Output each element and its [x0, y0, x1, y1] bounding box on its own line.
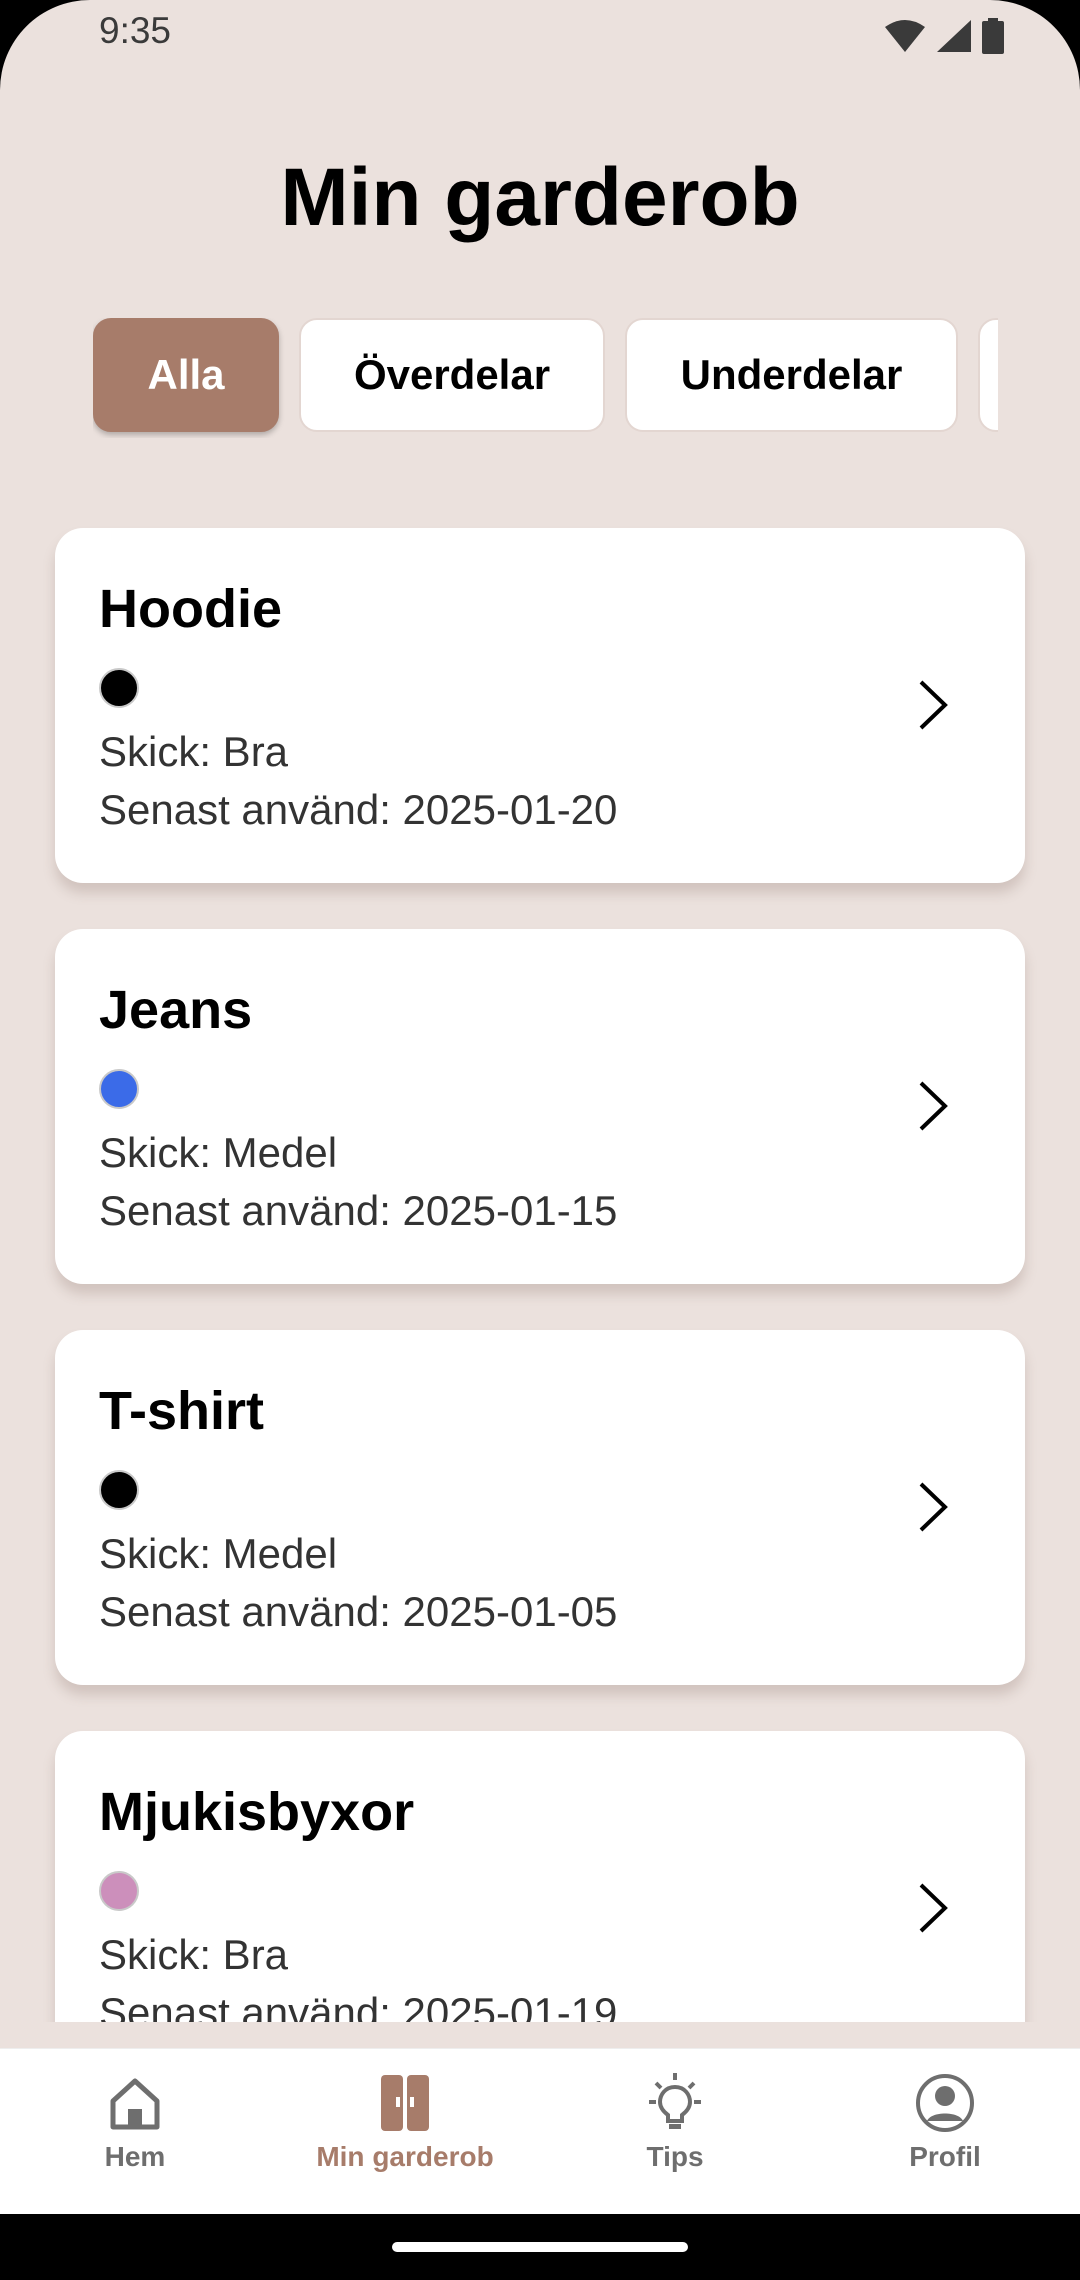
filter-chip-more[interactable] [978, 318, 998, 432]
item-last-used: Senast använd: 2025-01-15 [99, 1187, 618, 1234]
item-color-dot [99, 1470, 139, 1510]
signal-icon [937, 20, 971, 52]
item-last-used: Senast använd: 2025-01-19 [99, 1989, 618, 2022]
nav-item-min-garderob[interactable]: Min garderob [270, 2049, 540, 2215]
nav-label: Hem [104, 2141, 166, 2172]
item-last-used: Senast använd: 2025-01-05 [99, 1588, 618, 1635]
chevron-right-icon[interactable] [913, 1079, 953, 1133]
lightbulb-icon [649, 2073, 701, 2129]
wifi-icon [885, 20, 925, 52]
battery-icon [982, 18, 1004, 54]
filter-chip-underdelar[interactable]: Underdelar [625, 318, 958, 432]
wardrobe-icon [381, 2075, 429, 2131]
wardrobe-item-card[interactable]: T-shirt Skick: Medel Senast använd: 2025… [55, 1330, 1025, 1685]
status-time: 9:35 [99, 10, 172, 51]
bottom-navigation: Hem Min garderob Tips Profil [0, 2048, 1080, 2215]
filter-chip-overdelar[interactable]: Överdelar [299, 318, 605, 432]
filter-chips: Alla Överdelar Underdelar [93, 318, 998, 438]
item-condition: Skick: Bra [99, 728, 289, 775]
nav-label: Tips [646, 2141, 704, 2172]
item-name: Jeans [99, 980, 253, 1040]
nav-label: Profil [909, 2141, 981, 2172]
nav-item-hem[interactable]: Hem [0, 2049, 270, 2215]
item-name: Mjukisbyxor [99, 1782, 415, 1842]
home-icon [110, 2078, 160, 2130]
item-condition: Skick: Medel [99, 1530, 338, 1577]
status-bar: 9:35 [0, 0, 1080, 70]
page-title: Min garderob [280, 152, 800, 243]
item-last-used: Senast använd: 2025-01-20 [99, 786, 618, 833]
item-color-dot [99, 1871, 139, 1911]
nav-item-tips[interactable]: Tips [540, 2049, 810, 2215]
wardrobe-item-card[interactable]: Jeans Skick: Medel Senast använd: 2025-0… [55, 929, 1025, 1284]
item-name: Hoodie [99, 579, 282, 639]
nav-label: Min garderob [316, 2141, 494, 2172]
nav-item-profil[interactable]: Profil [810, 2049, 1080, 2215]
wardrobe-item-card[interactable]: Hoodie Skick: Bra Senast använd: 2025-01… [55, 528, 1025, 883]
item-condition: Skick: Bra [99, 1931, 289, 1978]
item-name: T-shirt [99, 1381, 265, 1441]
gesture-bar [0, 2214, 1080, 2280]
chevron-right-icon[interactable] [913, 1881, 953, 1935]
home-gesture-handle[interactable] [392, 2242, 688, 2252]
chevron-right-icon[interactable] [913, 1480, 953, 1534]
app-screen: 9:35 Min garderob Alla Överdelar Underde… [0, 0, 1080, 2280]
wardrobe-item-card[interactable]: Mjukisbyxor Skick: Bra Senast använd: 20… [55, 1731, 1025, 2022]
item-color-dot [99, 668, 139, 708]
chevron-right-icon[interactable] [913, 678, 953, 732]
item-condition: Skick: Medel [99, 1129, 338, 1176]
wardrobe-list[interactable]: Hoodie Skick: Bra Senast använd: 2025-01… [0, 500, 1080, 2022]
filter-chip-alla[interactable]: Alla [93, 318, 279, 432]
status-icons [884, 18, 1004, 54]
item-color-dot [99, 1069, 139, 1109]
profile-icon [916, 2074, 974, 2132]
